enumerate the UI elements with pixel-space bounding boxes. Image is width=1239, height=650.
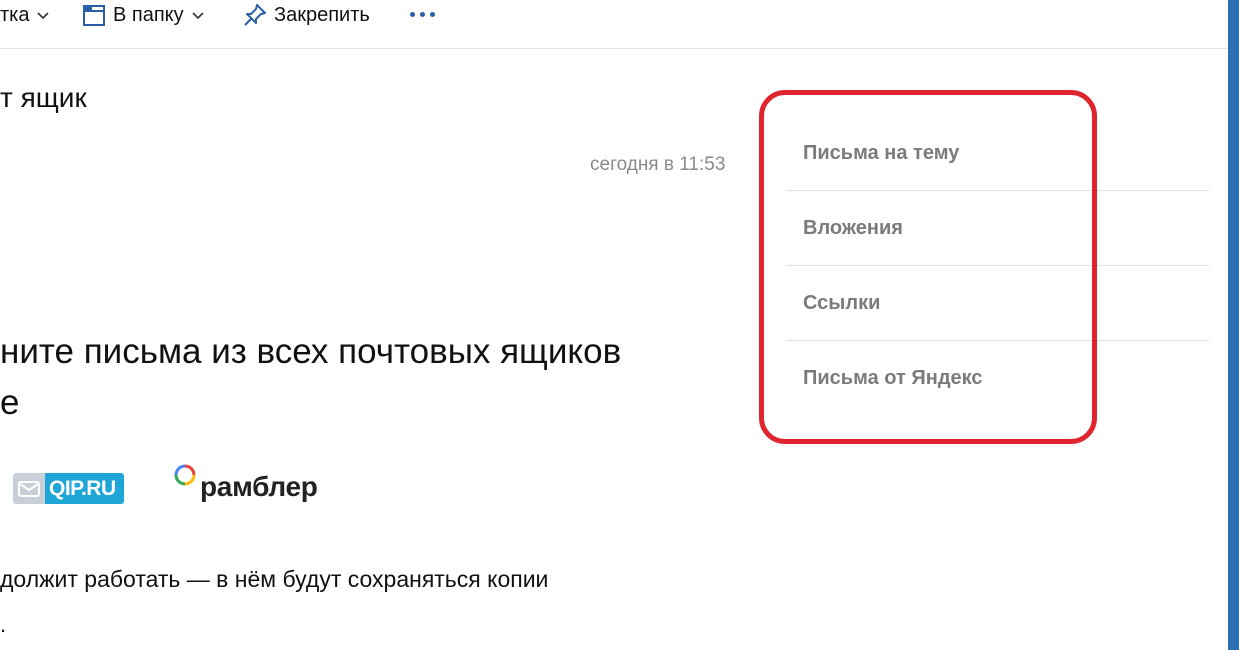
more-dot: [430, 11, 435, 17]
message-timestamp: сегодня в 11:53: [590, 154, 726, 175]
headline-line-1: ните письма из всех почтовых ящиков: [0, 332, 622, 371]
window-right-border: [1228, 0, 1239, 650]
side-item-attachments[interactable]: Вложения: [786, 191, 1209, 266]
headline-line-2: е: [0, 383, 20, 422]
side-item-letters-on-topic[interactable]: Письма на тему: [786, 116, 1209, 191]
side-item-label: Письма от Яндекс: [803, 367, 983, 389]
message-toolbar: тка В папку Закрепить: [0, 0, 1228, 49]
pin-label: Закрепить: [274, 3, 370, 26]
message-paragraph-end: .: [0, 612, 7, 637]
qip-logo[interactable]: QIP.RU: [13, 473, 140, 504]
move-to-folder-label: В папку: [113, 3, 184, 26]
more-dots-icon[interactable]: [410, 4, 442, 24]
envelope-icon: [13, 473, 45, 504]
toolbar-item-first[interactable]: тка: [0, 0, 51, 30]
chevron-down-icon: [192, 12, 204, 20]
side-item-label: Вложения: [803, 216, 903, 239]
side-item-label: Ссылки: [803, 291, 881, 314]
folder-icon: [83, 5, 105, 26]
message-paragraph: должит работать — в нём будут сохранятьс…: [0, 566, 549, 592]
pin-icon: [244, 4, 266, 26]
pin-button[interactable]: Закрепить: [242, 0, 370, 30]
side-item-label: Письма на тему: [803, 141, 960, 164]
qip-logo-text: QIP.RU: [45, 473, 124, 504]
more-dot: [420, 11, 425, 17]
chevron-down-icon: [37, 12, 50, 20]
rambler-logo-text: рамблер: [200, 471, 318, 502]
message-side-panel: Письма на тему Вложения Ссылки Письма от…: [786, 116, 1209, 416]
side-item-links[interactable]: Ссылки: [786, 266, 1209, 341]
message-subject: т ящик: [0, 82, 87, 113]
more-dot: [410, 11, 415, 17]
toolbar-item-first-label: тка: [0, 3, 30, 26]
rambler-logo[interactable]: рамблер: [172, 458, 318, 502]
move-to-folder-button[interactable]: В папку: [81, 0, 206, 30]
message-headline: ните письма из всех почтовых ящиков е: [0, 326, 740, 428]
side-item-letters-from-yandex[interactable]: Письма от Яндекс: [786, 341, 1209, 416]
rambler-logo-icon: [174, 464, 196, 486]
